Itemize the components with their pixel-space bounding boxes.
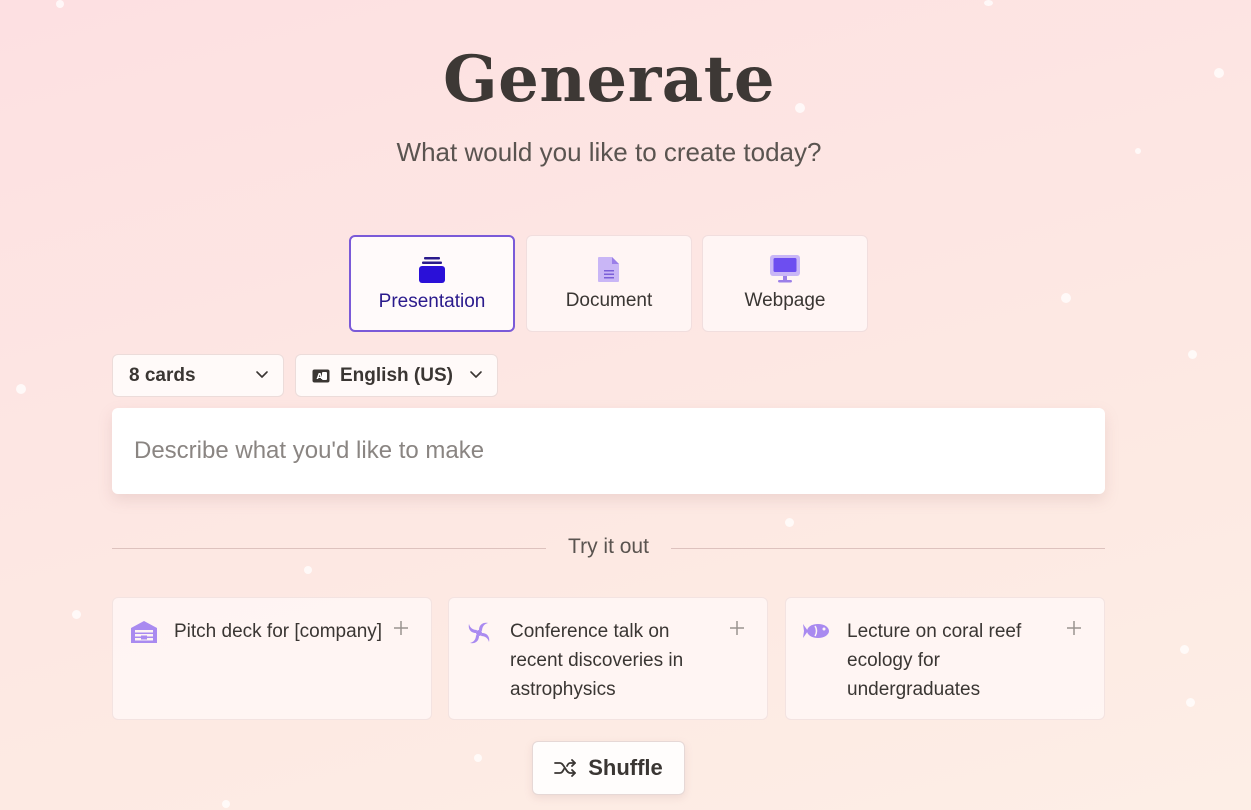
language-value: English (US) xyxy=(340,364,453,386)
example-card-pitch-deck[interactable]: Pitch deck for [company] xyxy=(112,597,432,720)
type-option-label: Webpage xyxy=(744,290,826,311)
building-icon xyxy=(130,620,158,649)
shuffle-label: Shuffle xyxy=(588,755,663,780)
document-icon xyxy=(597,254,621,284)
background-sparkle xyxy=(222,800,230,808)
background-sparkle xyxy=(72,610,81,619)
background-sparkle xyxy=(1061,293,1071,303)
shuffle-button[interactable]: Shuffle xyxy=(532,741,685,795)
type-option-label: Document xyxy=(565,290,653,311)
stack-icon xyxy=(418,255,446,285)
background-sparkle xyxy=(474,754,482,762)
background-sparkle xyxy=(785,518,794,527)
example-card-astrophysics[interactable]: Conference talk on recent discoveries in… xyxy=(448,597,768,720)
plus-icon[interactable] xyxy=(1066,620,1082,641)
example-text: Conference talk on recent discoveries in… xyxy=(510,621,684,700)
background-sparkle xyxy=(1186,698,1195,707)
example-card-coral-reef[interactable]: Lecture on coral reef ecology for underg… xyxy=(785,597,1105,720)
example-text: Pitch deck for [company] xyxy=(174,621,383,642)
language-dropdown[interactable]: A English (US) xyxy=(295,354,498,397)
prompt-box xyxy=(112,408,1105,494)
fish-icon xyxy=(803,620,831,647)
try-it-out-label: Try it out xyxy=(568,535,649,558)
card-count-dropdown[interactable]: 8 cards xyxy=(112,354,284,397)
type-option-webpage[interactable]: Webpage xyxy=(702,235,868,332)
example-text: Lecture on coral reef ecology for underg… xyxy=(847,621,1022,700)
page-title: Generate xyxy=(442,42,776,117)
plus-icon[interactable] xyxy=(393,620,409,641)
background-sparkle xyxy=(16,384,26,394)
divider-line-right xyxy=(671,548,1105,549)
galaxy-icon xyxy=(466,620,492,651)
type-option-label: Presentation xyxy=(378,291,486,312)
plus-icon[interactable] xyxy=(729,620,745,641)
background-sparkle xyxy=(304,566,312,574)
background-sparkle xyxy=(56,0,64,8)
type-option-document[interactable]: Document xyxy=(526,235,692,332)
background-sparkle xyxy=(1188,350,1197,359)
card-count-value: 8 cards xyxy=(129,364,196,386)
chevron-down-icon xyxy=(255,365,269,387)
chevron-down-icon xyxy=(469,365,483,387)
prompt-input[interactable] xyxy=(134,437,1084,465)
monitor-icon xyxy=(769,254,801,284)
divider-line-left xyxy=(112,548,546,549)
background-sparkle xyxy=(1180,645,1189,654)
type-option-presentation[interactable]: Presentation xyxy=(349,235,515,332)
shuffle-icon xyxy=(554,758,578,778)
page-subtitle: What would you like to create today? xyxy=(396,137,822,167)
background-sparkle xyxy=(984,0,993,6)
translate-icon: A xyxy=(312,369,330,383)
